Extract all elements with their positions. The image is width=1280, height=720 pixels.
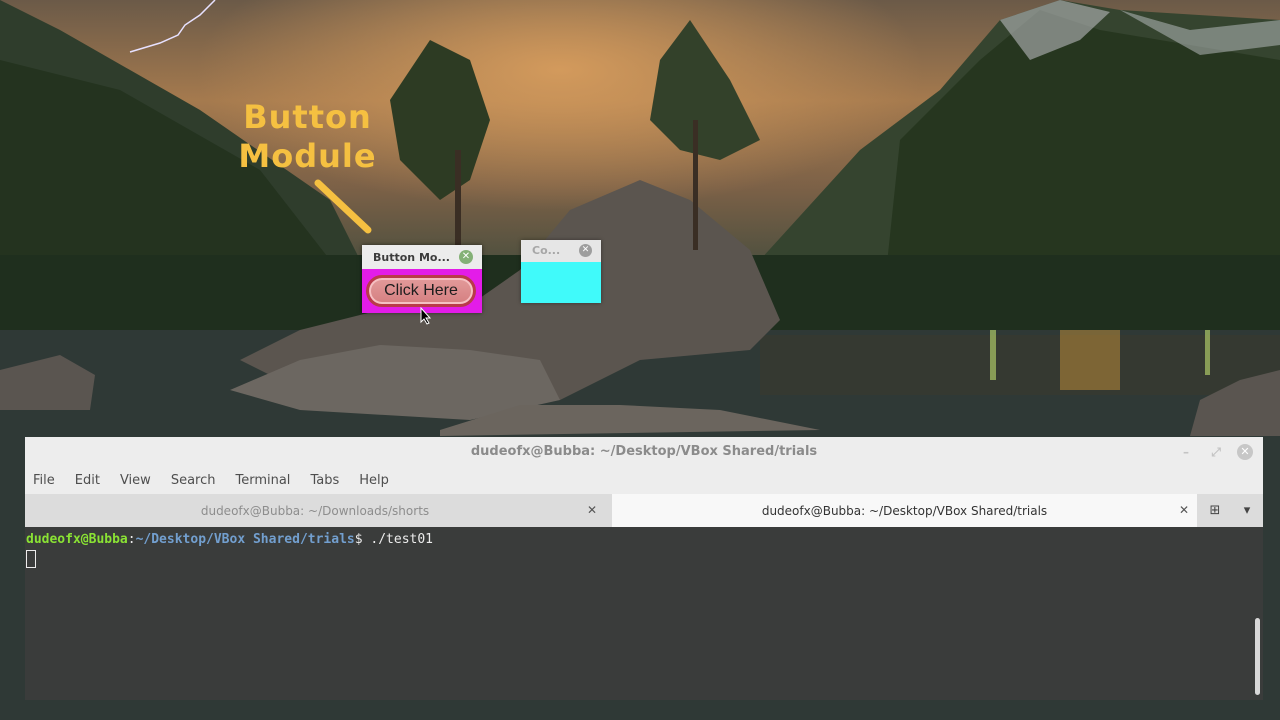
button-module-title: Button Mo... bbox=[373, 250, 450, 264]
co-window: Co... ✕ bbox=[521, 240, 601, 303]
annotation-line-1: Button bbox=[243, 98, 372, 136]
text-cursor bbox=[26, 550, 36, 568]
mouse-cursor-icon bbox=[420, 307, 432, 325]
button-module-annotation: Button Module bbox=[225, 98, 390, 176]
close-icon[interactable]: ✕ bbox=[1237, 444, 1253, 460]
menu-search[interactable]: Search bbox=[171, 473, 216, 488]
minimize-icon[interactable]: – bbox=[1177, 443, 1195, 461]
close-tab-icon[interactable]: ✕ bbox=[1179, 503, 1189, 517]
tab-label: dudeofx@Bubba: ~/Desktop/VBox Shared/tri… bbox=[761, 503, 1048, 518]
terminal-window: dudeofx@Bubba: ~/Desktop/VBox Shared/tri… bbox=[25, 437, 1263, 700]
terminal-title: dudeofx@Bubba: ~/Desktop/VBox Shared/tri… bbox=[470, 444, 818, 459]
tab-downloads-shorts[interactable]: dudeofx@Bubba: ~/Downloads/shorts ✕ bbox=[25, 494, 605, 527]
menu-help[interactable]: Help bbox=[359, 473, 389, 488]
annotation-line-2: Module bbox=[238, 137, 377, 175]
button-module-window: Button Mo... ✕ Click Here bbox=[362, 245, 482, 313]
command-line: dudeofx@Bubba:~/Desktop/VBox Shared/tria… bbox=[26, 532, 1263, 547]
scrollbar[interactable] bbox=[1255, 618, 1260, 695]
click-here-button[interactable]: Click Here bbox=[366, 275, 476, 307]
prompt-path: ~/Desktop/VBox Shared/trials bbox=[135, 532, 355, 547]
tab-vbox-trials[interactable]: dudeofx@Bubba: ~/Desktop/VBox Shared/tri… bbox=[612, 494, 1197, 527]
window-controls: – ⤢ ✕ bbox=[1177, 437, 1253, 467]
tab-label: dudeofx@Bubba: ~/Downloads/shorts bbox=[200, 503, 430, 518]
close-tab-icon[interactable]: ✕ bbox=[587, 503, 597, 517]
prompt-user: dudeofx@Bubba bbox=[26, 532, 128, 547]
terminal-output[interactable]: dudeofx@Bubba:~/Desktop/VBox Shared/tria… bbox=[25, 527, 1263, 572]
tab-bar: dudeofx@Bubba: ~/Downloads/shorts ✕ dude… bbox=[25, 494, 1263, 527]
chevron-down-icon[interactable]: ▾ bbox=[1231, 503, 1263, 518]
menu-file[interactable]: File bbox=[33, 473, 55, 488]
menu-edit[interactable]: Edit bbox=[75, 473, 100, 488]
prompt-symbol: $ bbox=[354, 532, 371, 547]
command-text: ./test01 bbox=[370, 532, 434, 547]
new-tab-icon[interactable]: ⊞ bbox=[1199, 503, 1231, 518]
menu-view[interactable]: View bbox=[120, 473, 151, 488]
terminal-titlebar[interactable]: dudeofx@Bubba: ~/Desktop/VBox Shared/tri… bbox=[25, 437, 1263, 467]
tab-tools: ⊞ ▾ bbox=[1199, 494, 1263, 527]
button-module-titlebar[interactable]: Button Mo... ✕ bbox=[362, 245, 482, 269]
close-icon[interactable]: ✕ bbox=[579, 244, 592, 257]
co-window-titlebar[interactable]: Co... ✕ bbox=[521, 240, 601, 262]
co-window-title: Co... bbox=[532, 244, 561, 257]
prompt-separator: : bbox=[127, 532, 136, 547]
close-icon[interactable]: ✕ bbox=[459, 250, 473, 264]
maximize-icon[interactable]: ⤢ bbox=[1207, 443, 1225, 461]
menu-bar: File Edit View Search Terminal Tabs Help bbox=[25, 467, 1263, 494]
menu-tabs[interactable]: Tabs bbox=[310, 473, 339, 488]
menu-terminal[interactable]: Terminal bbox=[235, 473, 290, 488]
